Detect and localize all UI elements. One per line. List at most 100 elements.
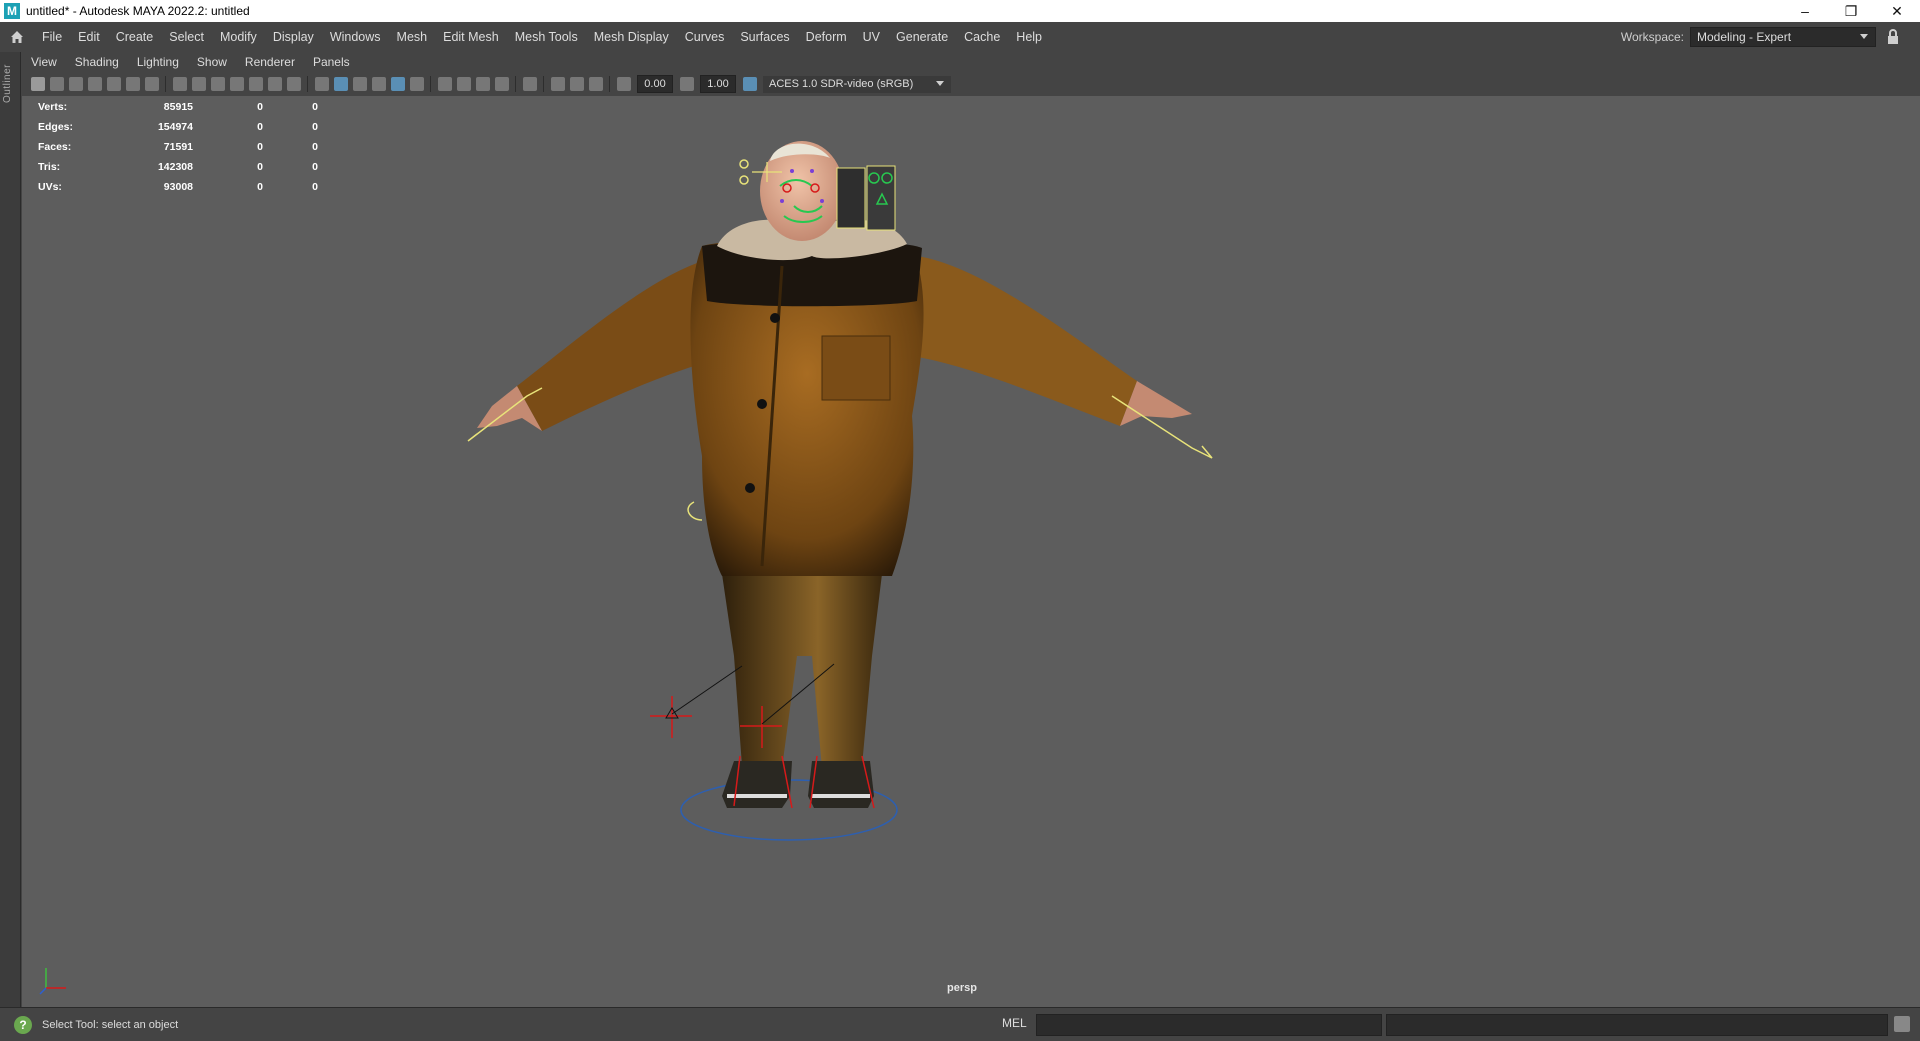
field-chart-icon[interactable]	[248, 77, 263, 91]
chest-pocket	[821, 335, 891, 401]
pants	[722, 574, 882, 768]
panel-menu-panels[interactable]: Panels	[304, 55, 359, 69]
menu-display[interactable]: Display	[265, 22, 322, 52]
menu-generate[interactable]: Generate	[888, 22, 956, 52]
panel-menu-lighting[interactable]: Lighting	[128, 55, 188, 69]
hud-row-edges: Edges: 154974 0 0	[38, 117, 333, 137]
panel-menu-view[interactable]: View	[22, 55, 66, 69]
hud-value: 142308	[157, 161, 193, 173]
panel-menu-renderer[interactable]: Renderer	[236, 55, 304, 69]
backface-culling-icon[interactable]	[588, 77, 603, 91]
left-foot-locator[interactable]	[650, 665, 743, 738]
menu-help[interactable]: Help	[1008, 22, 1050, 52]
chevron-down-icon	[1860, 34, 1868, 39]
motion-blur-icon[interactable]	[475, 77, 490, 91]
help-line: ? Select Tool: select an object MEL	[0, 1007, 1920, 1041]
exposure-field[interactable]: 0.00	[637, 75, 673, 93]
bookmarks-icon[interactable]	[68, 77, 83, 91]
hud-selected: 0	[257, 181, 263, 193]
safe-title-icon[interactable]	[286, 77, 301, 91]
hud-label: UVs:	[38, 181, 62, 193]
hud-selected: 0	[257, 121, 263, 133]
menu-edit-mesh[interactable]: Edit Mesh	[435, 22, 507, 52]
hud-selected: 0	[257, 161, 263, 173]
xray-icon[interactable]	[550, 77, 565, 91]
menu-surfaces[interactable]: Surfaces	[732, 22, 797, 52]
menu-curves[interactable]: Curves	[677, 22, 733, 52]
panel-menubar: View Shading Lighting Show Renderer Pane…	[22, 52, 1920, 72]
maya-app-icon: M	[4, 3, 20, 19]
bookmark-icon[interactable]	[87, 77, 102, 91]
script-editor-icon[interactable]	[1894, 1016, 1910, 1032]
resolution-gate-icon[interactable]	[210, 77, 225, 91]
left-shoe	[722, 761, 792, 808]
3d-viewport[interactable]: Verts: 85915 0 0 Edges: 154974 0 0 Faces…	[22, 96, 1920, 1007]
smooth-shade-icon[interactable]	[333, 77, 348, 91]
film-gate-icon[interactable]	[191, 77, 206, 91]
gamma-field[interactable]: 1.00	[700, 75, 736, 93]
right-sleeve	[912, 256, 1137, 426]
hud-label: Faces:	[38, 141, 72, 153]
command-language-label[interactable]: MEL	[1002, 1016, 1027, 1030]
select-camera-icon[interactable]	[30, 77, 45, 91]
panel-menu-show[interactable]: Show	[188, 55, 236, 69]
camera-name-label: persp	[947, 982, 977, 994]
textured-icon[interactable]	[390, 77, 405, 91]
grid-icon[interactable]	[172, 77, 187, 91]
isolate-select-icon[interactable]	[522, 77, 537, 91]
view-transform-dropdown[interactable]: ACES 1.0 SDR-video (sRGB)	[763, 75, 951, 93]
minimize-button[interactable]: –	[1782, 0, 1828, 22]
main-menubar: File Edit Create Select Modify Display W…	[0, 22, 1920, 52]
maximize-button[interactable]: ❐	[1828, 0, 1874, 22]
menu-windows[interactable]: Windows	[322, 22, 389, 52]
workspace-dropdown[interactable]: Modeling - Expert	[1690, 27, 1876, 47]
menu-select[interactable]: Select	[161, 22, 212, 52]
safe-action-icon[interactable]	[267, 77, 282, 91]
menu-uv[interactable]: UV	[855, 22, 888, 52]
hip-control[interactable]	[687, 501, 703, 521]
wireframe-on-shaded-icon[interactable]	[371, 77, 386, 91]
gate-mask-icon[interactable]	[229, 77, 244, 91]
toolbar-separator	[609, 76, 610, 92]
gamma-icon[interactable]	[679, 77, 694, 91]
exposure-icon[interactable]	[616, 77, 631, 91]
hud-value: 93008	[163, 181, 193, 193]
shadows-icon[interactable]	[437, 77, 452, 91]
toolbar-separator	[543, 76, 544, 92]
color-management-icon[interactable]	[742, 77, 757, 91]
grease-pencil-icon[interactable]	[144, 77, 159, 91]
default-material-icon[interactable]	[352, 77, 367, 91]
face-ui-panel[interactable]	[836, 167, 866, 229]
window-titlebar: M untitled* - Autodesk MAYA 2022.2: unti…	[0, 0, 1920, 22]
menu-modify[interactable]: Modify	[212, 22, 265, 52]
panel-menu-shading[interactable]: Shading	[66, 55, 128, 69]
2d-pan-zoom-icon[interactable]	[125, 77, 140, 91]
axis-gizmo-icon	[39, 968, 66, 995]
menu-create[interactable]: Create	[108, 22, 162, 52]
menu-file[interactable]: File	[34, 22, 70, 52]
lock-icon[interactable]	[1886, 29, 1900, 45]
wireframe-icon[interactable]	[314, 77, 329, 91]
menu-mesh-tools[interactable]: Mesh Tools	[507, 22, 586, 52]
hud-label: Edges:	[38, 121, 74, 133]
xray-joints-icon[interactable]	[569, 77, 584, 91]
poly-count-hud: Verts: 85915 0 0 Edges: 154974 0 0 Faces…	[38, 97, 333, 197]
outliner-tab[interactable]: Outliner	[0, 52, 21, 1007]
use-lights-icon[interactable]	[409, 77, 424, 91]
anti-aliasing-icon[interactable]	[494, 77, 509, 91]
camera-attributes-icon[interactable]	[49, 77, 64, 91]
menu-cache[interactable]: Cache	[956, 22, 1008, 52]
viewport-panel: View Shading Lighting Show Renderer Pane…	[22, 52, 1920, 1007]
character-model[interactable]	[22, 96, 1920, 1007]
image-plane-icon[interactable]	[106, 77, 121, 91]
screen-space-ao-icon[interactable]	[456, 77, 471, 91]
menu-mesh-display[interactable]: Mesh Display	[586, 22, 677, 52]
menu-edit[interactable]: Edit	[70, 22, 108, 52]
home-icon[interactable]	[6, 26, 28, 48]
menu-mesh[interactable]: Mesh	[389, 22, 436, 52]
chevron-down-icon	[936, 81, 944, 86]
close-button[interactable]: ✕	[1874, 0, 1920, 22]
help-icon[interactable]: ?	[14, 1015, 32, 1034]
command-line-input[interactable]	[1036, 1014, 1382, 1036]
menu-deform[interactable]: Deform	[798, 22, 855, 52]
